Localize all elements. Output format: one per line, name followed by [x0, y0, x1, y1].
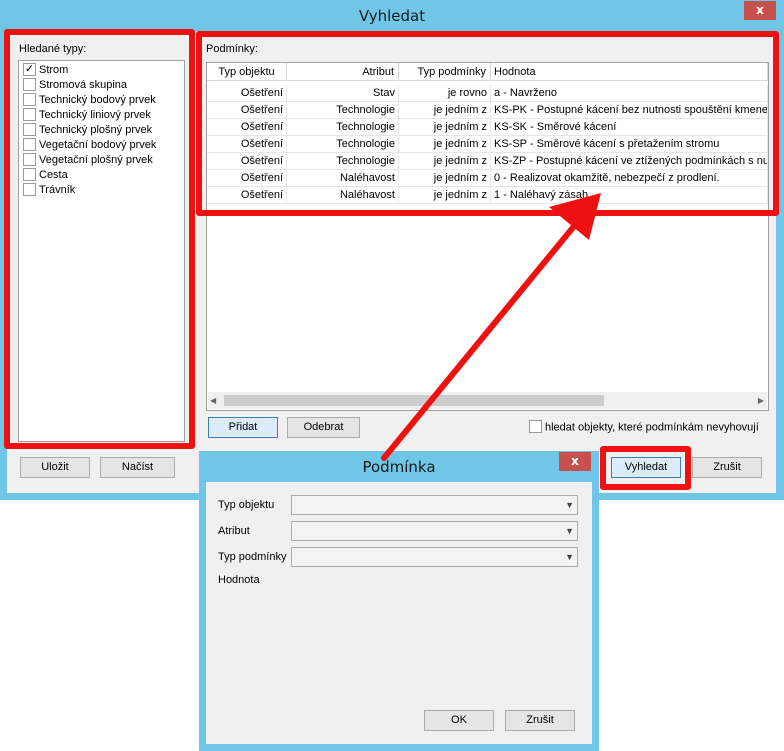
arrow-head	[549, 193, 601, 240]
annotation-arrow	[381, 193, 601, 461]
arrow-shaft	[381, 222, 578, 461]
